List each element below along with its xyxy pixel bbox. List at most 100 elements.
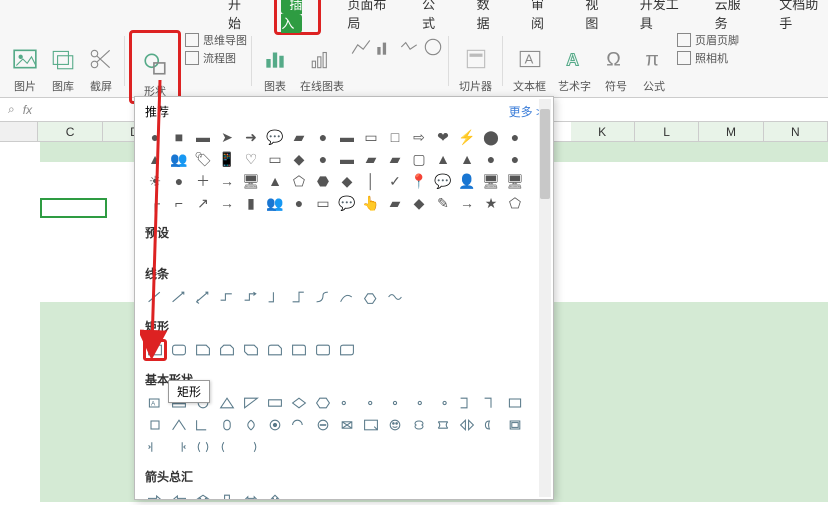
shape-basic[interactable] — [431, 414, 455, 436]
col-header[interactable]: C — [38, 122, 102, 141]
shape-item[interactable]: ▬ — [191, 126, 215, 148]
more-link[interactable]: 更多 > — [509, 103, 543, 120]
tab-view[interactable]: 视图 — [577, 0, 613, 34]
shape-arrow[interactable] — [239, 489, 263, 500]
shape-basic[interactable] — [215, 436, 239, 458]
shape-line[interactable] — [143, 286, 167, 308]
shape-item[interactable]: 💬 — [263, 126, 287, 148]
shape-item[interactable]: ▮ — [239, 192, 263, 214]
shape-item[interactable]: ▰ — [359, 148, 383, 170]
shape-arrow[interactable] — [143, 489, 167, 500]
shape-item[interactable]: ┌ — [143, 192, 167, 214]
shape-line[interactable] — [191, 286, 215, 308]
shape-item[interactable]: ▲ — [431, 148, 455, 170]
shape-item[interactable]: 🖥 — [479, 170, 503, 192]
tab-cloud[interactable]: 云服务 — [707, 0, 754, 34]
shape-rounded-rect[interactable] — [167, 339, 191, 361]
shape-basic[interactable] — [431, 392, 455, 414]
shape-item[interactable]: ◆ — [407, 192, 431, 214]
shape-line[interactable] — [359, 286, 383, 308]
shape-item[interactable]: ⚡ — [455, 126, 479, 148]
shape-item[interactable]: ▲ — [263, 170, 287, 192]
shape-basic[interactable] — [263, 392, 287, 414]
shape-item[interactable]: ● — [287, 192, 311, 214]
shape-item[interactable]: ▭ — [263, 148, 287, 170]
shape-item[interactable]: ⬠ — [503, 192, 527, 214]
shape-item[interactable]: ↗ — [191, 192, 215, 214]
shape-item[interactable]: ＋ — [191, 170, 215, 192]
tab-start[interactable]: 开始 — [220, 0, 256, 34]
shape-item[interactable]: ◆ — [335, 170, 359, 192]
shape-item[interactable]: ▲ — [143, 148, 167, 170]
shape-item[interactable]: ● — [143, 126, 167, 148]
corner-cell[interactable] — [0, 122, 38, 141]
shape-item[interactable]: ▰ — [383, 148, 407, 170]
shape-item[interactable]: ▬ — [335, 148, 359, 170]
shape-item[interactable]: 🖥 — [503, 170, 527, 192]
shape-item[interactable]: ✓ — [383, 170, 407, 192]
shape-basic[interactable] — [191, 414, 215, 436]
shape-item[interactable]: 💬 — [335, 192, 359, 214]
shape-round2-rect[interactable] — [311, 339, 335, 361]
btn-slicer[interactable]: 切片器 — [453, 30, 498, 94]
tab-insert[interactable]: 插入 — [281, 0, 302, 33]
col-header[interactable]: M — [699, 122, 763, 141]
btn-mindmap[interactable]: 思维导图 — [185, 32, 247, 48]
btn-shapes[interactable]: 形状 — [136, 35, 174, 99]
tab-formula[interactable]: 公式 — [414, 0, 450, 34]
tab-layout[interactable]: 页面布局 — [339, 0, 396, 34]
shape-basic[interactable] — [215, 392, 239, 414]
search-icon[interactable]: ⌕ — [8, 102, 15, 117]
shape-item[interactable]: ⬣ — [311, 170, 335, 192]
shape-item[interactable]: ■ — [167, 126, 191, 148]
shape-basic[interactable] — [359, 392, 383, 414]
shape-item[interactable]: ▭ — [311, 192, 335, 214]
shape-item[interactable]: ♡ — [239, 148, 263, 170]
shape-basic[interactable] — [239, 414, 263, 436]
shape-basic[interactable] — [335, 392, 359, 414]
shape-item[interactable]: 👥 — [167, 148, 191, 170]
shape-basic[interactable] — [191, 436, 215, 458]
shape-arrow[interactable] — [191, 489, 215, 500]
shape-basic[interactable] — [239, 392, 263, 414]
shape-item[interactable]: ☀ — [143, 170, 167, 192]
shape-basic[interactable] — [143, 414, 167, 436]
tab-review[interactable]: 审阅 — [523, 0, 559, 34]
shape-line[interactable] — [311, 286, 335, 308]
shape-line[interactable] — [167, 286, 191, 308]
btn-textbox[interactable]: A 文本框 — [507, 30, 552, 94]
shape-item[interactable]: → — [215, 170, 239, 192]
btn-symbol[interactable]: Ω 符号 — [597, 30, 635, 94]
tab-helper[interactable]: 文档助手 — [771, 0, 828, 34]
shape-snip-rect[interactable] — [191, 339, 215, 361]
shape-item[interactable]: 🏷 — [191, 148, 215, 170]
shape-basic[interactable] — [503, 392, 527, 414]
shape-item[interactable]: ▲ — [455, 148, 479, 170]
btn-flowchart[interactable]: 流程图 — [185, 50, 247, 66]
shape-basic[interactable] — [287, 392, 311, 414]
mini-chart-icon[interactable] — [350, 36, 372, 58]
scrollbar-thumb[interactable] — [540, 109, 550, 199]
mini-chart-icon[interactable] — [374, 36, 396, 58]
selected-cell[interactable] — [40, 198, 107, 218]
shape-item[interactable]: ● — [479, 148, 503, 170]
shape-item[interactable]: ❤ — [431, 126, 455, 148]
shape-item[interactable]: ⬠ — [287, 170, 311, 192]
shape-arrow[interactable] — [215, 489, 239, 500]
shape-line[interactable] — [239, 286, 263, 308]
shape-basic[interactable] — [455, 414, 479, 436]
col-header[interactable]: K — [571, 122, 635, 141]
shape-item[interactable]: ▰ — [383, 192, 407, 214]
shape-item[interactable]: 👆 — [359, 192, 383, 214]
shape-basic[interactable] — [455, 392, 479, 414]
shape-line[interactable] — [383, 286, 407, 308]
shape-basic[interactable] — [143, 436, 167, 458]
shape-item[interactable]: 🖥 — [239, 170, 263, 192]
shape-item[interactable]: ⇨ — [407, 126, 431, 148]
shape-item[interactable]: ✎ — [431, 192, 455, 214]
shape-item[interactable]: ◆ — [287, 148, 311, 170]
btn-equation[interactable]: π 公式 — [635, 30, 673, 94]
shape-item[interactable]: ● — [311, 148, 335, 170]
shape-item[interactable]: ● — [311, 126, 335, 148]
shape-basic[interactable] — [503, 414, 527, 436]
